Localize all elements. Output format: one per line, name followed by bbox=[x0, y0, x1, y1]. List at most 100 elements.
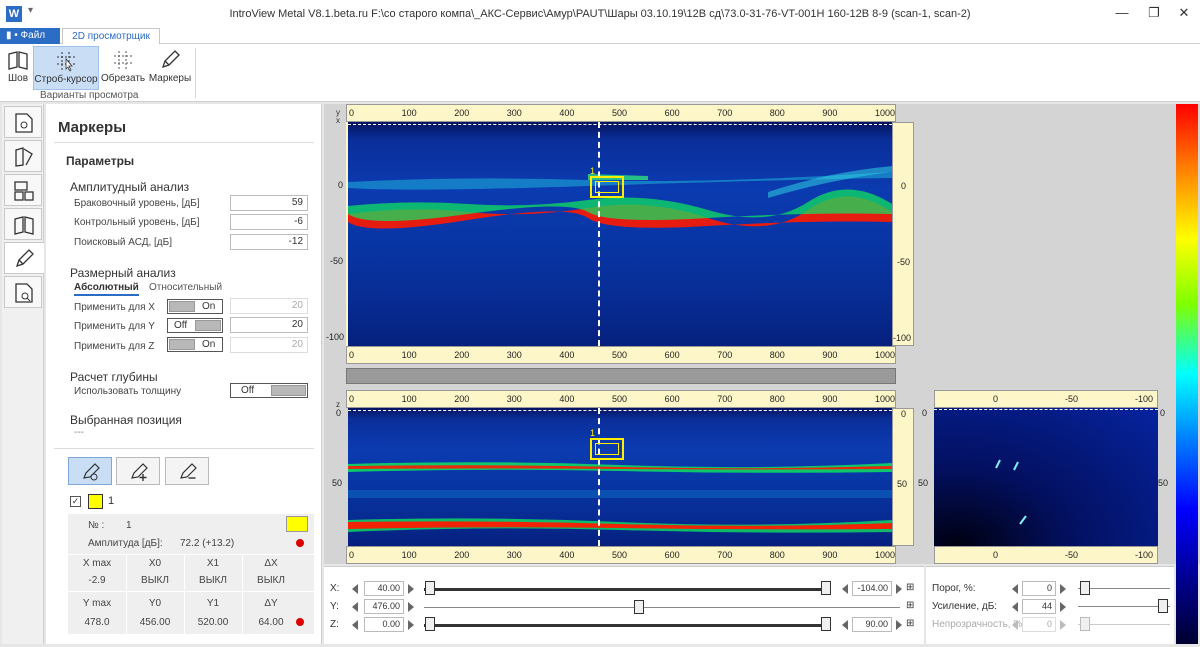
opacity-slider-thumb[interactable] bbox=[1080, 617, 1090, 631]
apply-x-value[interactable]: 20 bbox=[230, 298, 308, 314]
bottom-z-cursor-line[interactable] bbox=[348, 410, 892, 411]
marker-color-swatch[interactable] bbox=[88, 494, 103, 509]
z-left-input[interactable]: 0.00 bbox=[364, 617, 404, 632]
tab-file[interactable]: ▮ • Файл bbox=[0, 28, 60, 44]
markers-button[interactable]: Маркеры bbox=[148, 46, 192, 90]
z-range-lock-icon[interactable]: ⊞ bbox=[906, 618, 914, 629]
x-tick: 500 bbox=[612, 394, 628, 404]
apply-y-toggle[interactable]: Off bbox=[167, 318, 223, 333]
marker-add-button[interactable] bbox=[116, 457, 160, 485]
z-range-track[interactable] bbox=[424, 624, 828, 627]
opacity-decrement-icon[interactable] bbox=[1012, 620, 1018, 630]
tab-absolute[interactable]: Абсолютный bbox=[74, 282, 139, 296]
opacity-increment-icon[interactable] bbox=[1060, 620, 1066, 630]
threshold-slider-thumb[interactable] bbox=[1080, 581, 1090, 595]
marker-checkbox[interactable]: ✓ bbox=[70, 496, 81, 507]
apply-z-value[interactable]: 20 bbox=[230, 337, 308, 353]
threshold-decrement-icon[interactable] bbox=[1012, 584, 1018, 594]
x-right-increment-icon[interactable] bbox=[896, 584, 902, 594]
opacity-input[interactable]: 0 bbox=[1022, 617, 1056, 632]
bottom-bscan-image[interactable]: 1 bbox=[348, 408, 892, 546]
search-level-input[interactable]: -12 bbox=[230, 234, 308, 250]
x-left-input[interactable]: 40.00 bbox=[364, 581, 404, 596]
top-cscan-image[interactable]: 1 bbox=[348, 122, 892, 346]
opacity-slider-track[interactable] bbox=[1078, 624, 1170, 625]
x-range-track[interactable] bbox=[424, 588, 828, 591]
z-range-start-thumb[interactable] bbox=[425, 617, 435, 631]
tab-2d-viewer[interactable]: 2D просмотрщик bbox=[62, 28, 160, 44]
gain-slider-track[interactable] bbox=[1078, 606, 1170, 607]
gate-cursor-button[interactable]: Строб-курсор bbox=[33, 46, 99, 90]
reject-level-input[interactable]: 59 bbox=[230, 195, 308, 211]
toolbar-seam-button[interactable] bbox=[4, 208, 42, 240]
z-range-end-thumb[interactable] bbox=[821, 617, 831, 631]
x-decrement-icon[interactable] bbox=[352, 584, 358, 594]
y-input[interactable]: 476.00 bbox=[364, 599, 404, 614]
marker-gate-box-top[interactable] bbox=[590, 176, 624, 198]
toolbar-scan-button[interactable] bbox=[4, 106, 42, 138]
toggle-state: On bbox=[202, 339, 216, 350]
apply-x-toggle[interactable]: On bbox=[167, 299, 223, 314]
seam-button[interactable]: Шов bbox=[4, 46, 32, 90]
amplitude-status-dot bbox=[296, 539, 304, 547]
table-line bbox=[184, 554, 185, 634]
use-thickness-toggle[interactable]: Off bbox=[230, 383, 308, 398]
gain-decrement-icon[interactable] bbox=[1012, 602, 1018, 612]
toolbar-palette-button[interactable] bbox=[4, 140, 42, 172]
gain-input[interactable]: 44 bbox=[1022, 599, 1056, 614]
top-x-cursor-line[interactable] bbox=[598, 122, 600, 346]
minimize-button[interactable]: — bbox=[1108, 4, 1136, 22]
marker-remove-button[interactable] bbox=[165, 457, 209, 485]
top-y-cursor-line[interactable] bbox=[348, 124, 892, 125]
crop-button[interactable]: Обрезать bbox=[101, 46, 145, 90]
y-decrement-icon[interactable] bbox=[352, 602, 358, 612]
threshold-increment-icon[interactable] bbox=[1060, 584, 1066, 594]
bottom-x-cursor-line[interactable] bbox=[598, 408, 600, 546]
palette-icon bbox=[15, 147, 33, 167]
view-splitter[interactable] bbox=[346, 368, 896, 384]
x-tick: -50 bbox=[1065, 550, 1079, 560]
x-range-lock-icon[interactable]: ⊞ bbox=[906, 582, 914, 593]
z-decrement-icon[interactable] bbox=[352, 620, 358, 630]
side-sscan-image[interactable] bbox=[934, 408, 1158, 546]
toolbar-report-button[interactable] bbox=[4, 276, 42, 308]
close-button[interactable]: ✕ bbox=[1170, 4, 1198, 22]
y-slider-thumb[interactable] bbox=[634, 600, 644, 614]
z-right-input[interactable]: 90.00 bbox=[852, 617, 892, 632]
top-view-y-axis-left: 0 -50 -100 bbox=[326, 122, 346, 346]
x-range-start-thumb[interactable] bbox=[425, 581, 435, 595]
x-right-input[interactable]: -104.00 bbox=[852, 581, 892, 596]
apply-z-toggle[interactable]: On bbox=[167, 337, 223, 352]
y-slider-track[interactable] bbox=[424, 607, 900, 608]
x-range-end-thumb[interactable] bbox=[821, 581, 831, 595]
toggle-knob bbox=[169, 301, 195, 312]
y-increment-icon[interactable] bbox=[408, 602, 414, 612]
x-increment-icon[interactable] bbox=[408, 584, 414, 594]
marker-gate-box-bottom[interactable] bbox=[590, 438, 624, 460]
apply-y-value[interactable]: 20 bbox=[230, 317, 308, 333]
tab-relative[interactable]: Относительный bbox=[149, 282, 222, 293]
table-line bbox=[126, 554, 127, 634]
threshold-slider-track[interactable] bbox=[1078, 588, 1170, 589]
head-y0: Y0 bbox=[148, 598, 162, 609]
x-tick: 0 bbox=[349, 350, 355, 360]
x-right-decrement-icon[interactable] bbox=[842, 584, 848, 594]
x-tick: 900 bbox=[822, 394, 838, 404]
control-level-input[interactable]: -6 bbox=[230, 214, 308, 230]
toolbar-markers-button[interactable] bbox=[4, 242, 44, 274]
z-right-increment-icon[interactable] bbox=[896, 620, 902, 630]
toolbar-layout-button[interactable] bbox=[4, 174, 42, 206]
z-increment-icon[interactable] bbox=[408, 620, 414, 630]
y-lock-icon[interactable]: ⊞ bbox=[906, 600, 914, 611]
gain-slider-thumb[interactable] bbox=[1158, 599, 1168, 613]
maximize-button[interactable]: ❐ bbox=[1140, 4, 1168, 22]
x-tick: 900 bbox=[822, 108, 838, 118]
apply-x-label: Применить для X bbox=[74, 302, 155, 313]
gain-increment-icon[interactable] bbox=[1060, 602, 1066, 612]
threshold-input[interactable]: 0 bbox=[1022, 581, 1056, 596]
marker-gate-inner bbox=[595, 181, 619, 193]
x-tick: 800 bbox=[769, 394, 785, 404]
z-right-decrement-icon[interactable] bbox=[842, 620, 848, 630]
marker-add-icon bbox=[131, 463, 148, 481]
marker-select-button[interactable] bbox=[68, 457, 112, 485]
